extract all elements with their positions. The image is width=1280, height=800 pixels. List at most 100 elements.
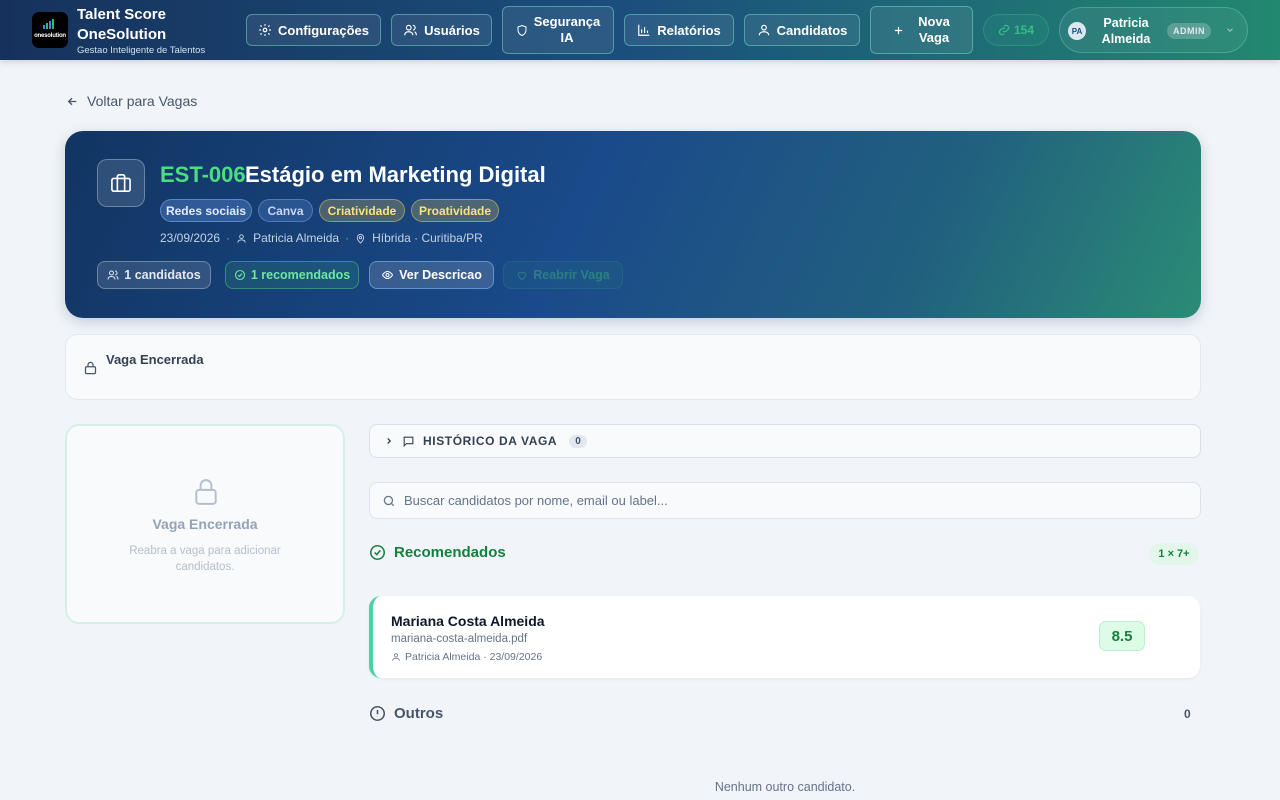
candidates-count-label: 1 candidatos [124, 268, 201, 282]
chart-logo-icon [43, 19, 54, 29]
recommended-badge: 1 × 7+ [1149, 543, 1199, 565]
nav-security-line2: IA [560, 30, 574, 45]
job-tag: Proatividade [411, 199, 499, 222]
view-description-button[interactable]: Ver Descricao [369, 261, 494, 289]
recommended-title: Recomendados [394, 544, 506, 561]
back-link-label: Voltar para Vagas [87, 93, 198, 109]
candidates-count-chip[interactable]: 1 candidatos [97, 261, 211, 289]
credits-value: 154 [1013, 23, 1035, 37]
arrow-left-icon [67, 97, 77, 105]
reopen-job-label: Reabrir Vaga [533, 268, 610, 282]
separator: · [226, 231, 231, 245]
job-meta: 23/09/2026 · Patricia Almeida · Híbrida … [160, 231, 483, 245]
others-title: Outros [394, 705, 444, 722]
check-circle-icon [234, 269, 245, 281]
job-icon-box [97, 159, 145, 207]
job-title: Estágio em Marketing Digital [245, 162, 546, 187]
others-empty-state: Nenhum outro candidato. [714, 780, 856, 794]
briefcase-icon [111, 174, 131, 192]
job-owner: Patricia Almeida [253, 231, 340, 245]
new-job-label: Nova Vaga [918, 14, 950, 46]
candidate-card[interactable]: Mariana Costa Almeida mariana-costa-alme… [369, 596, 1200, 678]
nav-candidates-button[interactable]: Candidatos [744, 14, 860, 46]
recommended-count-chip[interactable]: 1 recomendados [225, 261, 359, 289]
job-closed-notice: Vaga Encerrada [65, 334, 1201, 400]
plus-icon [894, 26, 903, 34]
users-icon [107, 270, 119, 280]
gear-icon [259, 24, 271, 36]
candidate-search [369, 482, 1201, 519]
recommended-count-label: 1 recomendados [250, 268, 351, 282]
candidate-meta: Patricia Almeida · 23/09/2026 [391, 651, 542, 663]
shield-icon [517, 24, 527, 36]
job-history-toggle[interactable]: HISTÓRICO DA VAGA 0 [369, 424, 1201, 458]
panel-subtitle: Reabra a vaga para adicionar candidatos. [129, 545, 281, 573]
chevron-down-icon [1227, 28, 1233, 32]
brand-tagline: Gestao Inteligente de Talentos [77, 45, 206, 56]
panel-title: Vaga Encerrada [152, 516, 258, 532]
role-badge: ADMIN [1167, 23, 1211, 39]
map-pin-icon [356, 233, 365, 244]
job-date: 23/09/2026 [160, 231, 221, 245]
user-icon [237, 233, 246, 243]
reopen-job-button[interactable]: Reabrir Vaga [503, 261, 623, 289]
job-tag: Redes sociais [160, 199, 252, 222]
job-tag: Criatividade [319, 199, 405, 222]
candidate-name: Mariana Costa Almeida [391, 613, 545, 629]
user-first-name: Patricia [1103, 16, 1149, 30]
others-section-header: Outros [369, 705, 443, 722]
add-candidates-panel: Vaga Encerrada Reabra a vaga para adicio… [65, 424, 345, 624]
lock-icon [84, 361, 97, 375]
back-to-jobs-link[interactable]: Voltar para Vagas [66, 93, 197, 109]
lock-icon [195, 479, 217, 505]
nav-reports-button[interactable]: Relatórios [624, 14, 734, 46]
new-job-line1: Nova [918, 14, 950, 29]
top-navigation-bar: onesolution Talent Score OneSolution Ges… [0, 0, 1280, 60]
nav-users-button[interactable]: Usuários [391, 14, 492, 46]
separator: · [345, 231, 350, 245]
nav-security-ai-button[interactable]: Segurança IA [502, 6, 614, 54]
nav-users-label: Usuários [424, 22, 480, 38]
brand-name-line1: Talent Score [77, 6, 166, 23]
user-menu[interactable]: PA Patricia Almeida ADMIN [1059, 7, 1248, 53]
search-input[interactable] [404, 483, 1184, 518]
new-job-line2: Vaga [918, 30, 950, 45]
chevron-right-icon [387, 438, 392, 444]
job-tag: Canva [258, 199, 313, 222]
eye-icon [382, 270, 394, 280]
candidate-file: mariana-costa-almeida.pdf [391, 633, 528, 645]
avatar: PA [1068, 22, 1086, 40]
check-circle-icon [369, 544, 386, 561]
user-last-name: Almeida [1101, 32, 1151, 46]
candidate-meta-text: Patricia Almeida · 23/09/2026 [405, 651, 543, 663]
message-icon [403, 436, 414, 447]
logo-text: onesolution [34, 33, 66, 39]
user-name: Patricia Almeida [1096, 15, 1156, 47]
user-icon [758, 24, 769, 36]
user-icon [392, 653, 400, 661]
nav-candidates-label: Candidatos [776, 22, 848, 38]
users-icon [404, 24, 418, 36]
recommended-section-header: Recomendados [369, 544, 506, 561]
nav-reports-label: Relatórios [657, 22, 721, 38]
search-icon [383, 495, 395, 507]
job-code: EST-006 [160, 162, 246, 187]
others-count: 0 [1184, 707, 1191, 721]
job-closed-text: Vaga Encerrada [106, 352, 204, 367]
nav-settings-button[interactable]: Configurações [246, 14, 381, 46]
view-description-label: Ver Descricao [399, 268, 482, 282]
alert-circle-icon [369, 705, 386, 722]
heart-icon [518, 271, 527, 280]
new-job-button[interactable]: Nova Vaga [870, 6, 973, 54]
nav-security-ai-label: Segurança IA [534, 14, 600, 46]
credits-badge[interactable]: 154 [983, 14, 1049, 46]
nav-security-line1: Segurança [533, 14, 601, 29]
nav-settings-label: Configurações [277, 22, 369, 38]
brand-logo[interactable]: onesolution [32, 12, 68, 48]
job-location: Híbrida · Curitiba/PR [372, 231, 483, 245]
history-label: HISTÓRICO DA VAGA [423, 434, 558, 448]
job-header-card: EST-006 Estágio em Marketing Digital Red… [65, 131, 1201, 318]
candidate-score: 8.5 [1099, 621, 1145, 651]
brand-name-line2: OneSolution [77, 26, 167, 43]
link-icon [998, 24, 1010, 36]
